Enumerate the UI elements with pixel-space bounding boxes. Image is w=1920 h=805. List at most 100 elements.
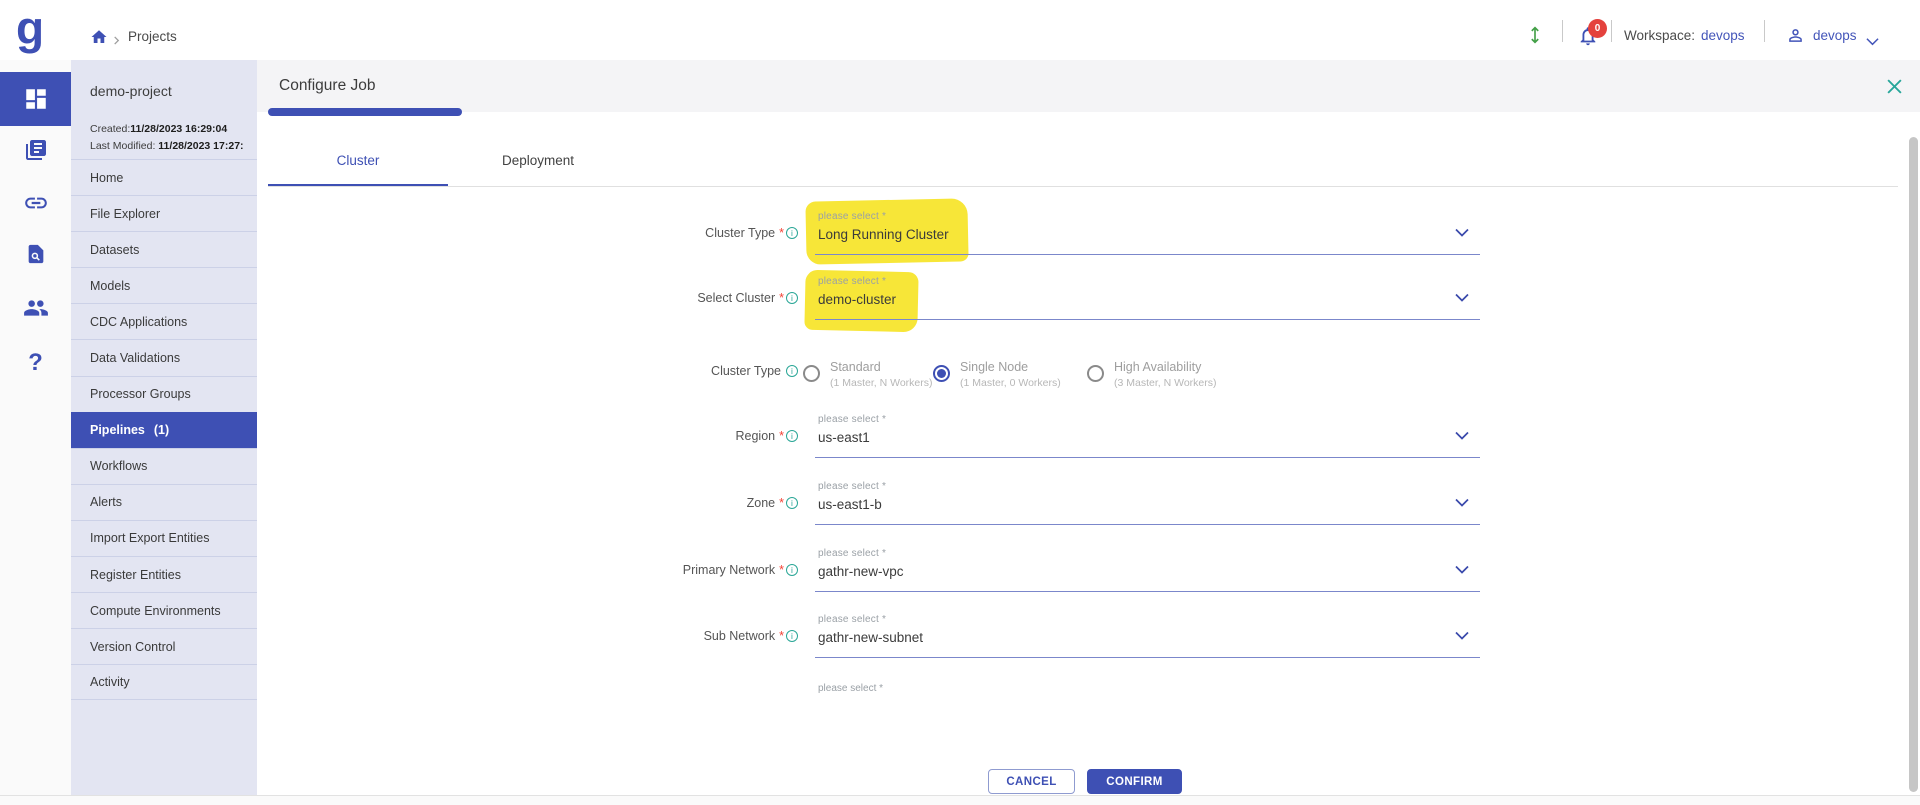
radio-selected-icon[interactable]: [933, 365, 950, 382]
select-value: Long Running Cluster: [818, 227, 949, 242]
created-label: Created:: [90, 123, 130, 135]
cancel-button[interactable]: CANCEL: [988, 769, 1075, 794]
workspace-value-link[interactable]: devops: [1701, 28, 1745, 43]
field-row-select-cluster: Select Cluster* please select * demo-clu…: [430, 276, 1490, 320]
sidebar-item-compute-environments[interactable]: Compute Environments: [71, 592, 257, 628]
close-icon[interactable]: [1886, 78, 1903, 100]
radio-option-single-node[interactable]: Single Node(1 Master, 0 Workers): [933, 360, 1061, 389]
select-value: demo-cluster: [818, 292, 896, 307]
select-value: us-east1-b: [818, 497, 882, 512]
primary-network-select[interactable]: please select * gathr-new-vpc: [818, 548, 1480, 592]
region-select[interactable]: please select * us-east1: [818, 414, 1480, 458]
modified-label: Last Modified:: [90, 140, 158, 152]
select-value: gathr-new-vpc: [818, 564, 904, 579]
chevron-down-icon[interactable]: [1866, 33, 1879, 51]
chevron-down-icon[interactable]: [1455, 494, 1469, 512]
field-underline: [815, 657, 1480, 659]
breadcrumb-projects[interactable]: Projects: [128, 29, 177, 44]
field-row-zone: Zone* please select * us-east1-b: [430, 481, 1490, 525]
cluster-type-select[interactable]: please select * Long Running Cluster: [818, 211, 1480, 255]
next-field-floating-label: please select *: [818, 683, 883, 694]
sidebar-item-label: Compute Environments: [90, 604, 221, 618]
radio-sublabel: (1 Master, N Workers): [830, 377, 933, 389]
chevron-down-icon[interactable]: [1455, 224, 1469, 242]
required-asterisk: *: [779, 291, 784, 305]
sidebar-item-label: Data Validations: [90, 351, 180, 365]
project-sidebar: demo-project Created:11/28/2023 16:29:04…: [71, 60, 257, 798]
chevron-down-icon[interactable]: [1455, 561, 1469, 579]
info-icon: [786, 365, 798, 377]
radio-option-standard[interactable]: Standard (1 Master, N Workers): [803, 360, 933, 389]
rail-item-help[interactable]: ?: [0, 343, 71, 383]
field-label-wrap: Cluster Type*: [430, 226, 798, 240]
sidebar-item-alerts[interactable]: Alerts: [71, 484, 257, 520]
radio-icon[interactable]: [803, 365, 820, 382]
field-label-wrap: Cluster Type: [430, 364, 798, 378]
sidebar-item-label: Alerts: [90, 495, 122, 509]
tab-deployment[interactable]: Deployment: [448, 153, 628, 181]
sidebar-item-label: Datasets: [90, 243, 139, 257]
sidebar-item-processor-groups[interactable]: Processor Groups: [71, 376, 257, 412]
field-row-sub-network: Sub Network* please select * gathr-new-s…: [430, 614, 1490, 658]
panel-header: Configure Job: [257, 60, 1920, 112]
sidebar-item-models[interactable]: Models: [71, 267, 257, 303]
field-underline: [815, 457, 1480, 459]
radio-sublabel: (3 Master, N Workers): [1114, 377, 1217, 389]
chevron-down-icon[interactable]: [1455, 427, 1469, 445]
sidebar-item-workflows[interactable]: Workflows: [71, 448, 257, 484]
rail-item-links[interactable]: [0, 183, 71, 223]
zone-select[interactable]: please select * us-east1-b: [818, 481, 1480, 525]
user-menu[interactable]: devops: [1813, 28, 1857, 43]
field-label: Primary Network: [683, 563, 775, 577]
floating-label: please select *: [818, 414, 886, 425]
home-icon[interactable]: [90, 28, 108, 51]
project-modified: Last Modified: 11/28/2023 17:27:: [90, 140, 257, 152]
gathr-logo[interactable]: g: [16, 0, 44, 58]
field-label: Sub Network: [704, 629, 776, 643]
field-underline: [815, 591, 1480, 593]
sidebar-item-cdc-applications[interactable]: CDC Applications: [71, 303, 257, 339]
field-label-wrap: Sub Network*: [430, 629, 798, 643]
sidebar-item-label: Version Control: [90, 640, 175, 654]
sidebar-item-datasets[interactable]: Datasets: [71, 231, 257, 267]
icon-rail: ?: [0, 60, 71, 805]
chevron-down-icon[interactable]: [1455, 627, 1469, 645]
sidebar-item-data-validations[interactable]: Data Validations: [71, 339, 257, 375]
required-asterisk: *: [779, 429, 784, 443]
modified-value: 11/28/2023 17:27:: [158, 140, 243, 152]
sidebar-item-version-control[interactable]: Version Control: [71, 628, 257, 664]
radio-option-high-availability[interactable]: High Availability(3 Master, N Workers): [1087, 360, 1217, 389]
chevron-down-icon[interactable]: [1455, 289, 1469, 307]
sort-updown-icon[interactable]: [1524, 24, 1546, 51]
field-label: Zone: [747, 496, 776, 510]
help-icon: ?: [28, 349, 43, 377]
radio-label: Standard: [830, 360, 933, 374]
floating-label: please select *: [818, 276, 886, 287]
floating-label: please select *: [818, 614, 886, 625]
divider: [1611, 20, 1612, 42]
rail-item-dashboard[interactable]: [0, 72, 71, 126]
user-avatar-icon[interactable]: [1786, 26, 1805, 50]
rail-item-users[interactable]: [0, 288, 71, 328]
sidebar-item-home[interactable]: Home: [71, 159, 257, 195]
tab-cluster[interactable]: Cluster: [268, 153, 448, 181]
tabs-divider: [268, 186, 1898, 187]
info-icon: [786, 292, 798, 304]
sidebar-item-pipelines[interactable]: Pipelines(1): [71, 412, 257, 448]
info-icon: [786, 497, 798, 509]
rail-item-library[interactable]: [0, 130, 71, 170]
pipelines-count: (1): [154, 423, 169, 437]
sidebar-item-import-export-entities[interactable]: Import Export Entities: [71, 520, 257, 556]
info-icon: [786, 630, 798, 642]
radio-icon[interactable]: [1087, 365, 1104, 382]
sidebar-item-file-explorer[interactable]: File Explorer: [71, 195, 257, 231]
radio-label: Single Node: [960, 360, 1061, 374]
sidebar-item-activity[interactable]: Activity: [71, 664, 257, 700]
select-cluster-select[interactable]: please select * demo-cluster: [818, 276, 1480, 320]
vertical-scrollbar[interactable]: [1909, 137, 1918, 792]
sub-network-select[interactable]: please select * gathr-new-subnet: [818, 614, 1480, 658]
rail-item-data-search[interactable]: [0, 234, 71, 274]
field-label-wrap: Primary Network*: [430, 563, 798, 577]
sidebar-item-register-entities[interactable]: Register Entities: [71, 556, 257, 592]
confirm-button[interactable]: CONFIRM: [1087, 769, 1182, 794]
